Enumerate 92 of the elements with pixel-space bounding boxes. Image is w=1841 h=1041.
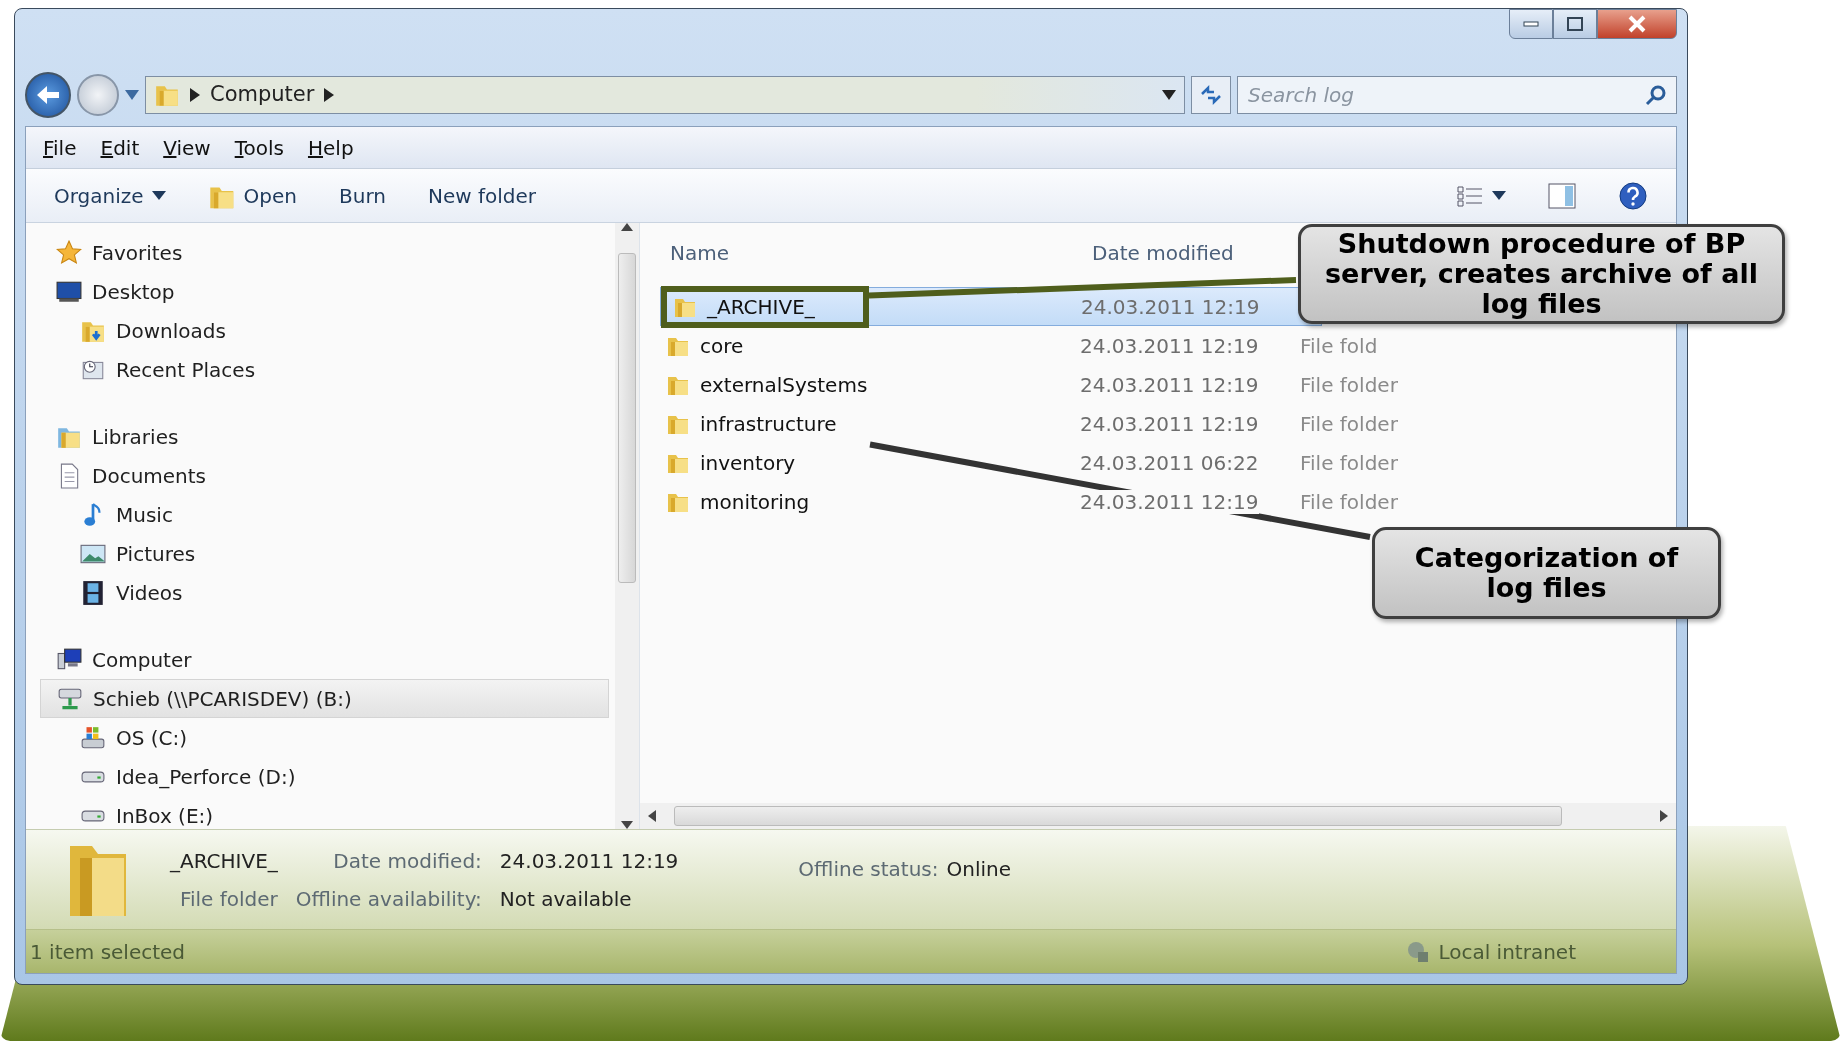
caret-icon xyxy=(125,90,139,100)
status-text: 1 item selected xyxy=(30,938,186,966)
field-label: Offline status: xyxy=(798,856,939,883)
back-button[interactable] xyxy=(25,72,71,118)
nav-item[interactable]: Pictures xyxy=(40,534,609,573)
close-button[interactable] xyxy=(1597,9,1677,39)
nav-item[interactable]: Idea_Perforce (D:) xyxy=(40,757,609,796)
menu-item[interactable]: Edit xyxy=(91,132,149,163)
nav-item[interactable]: InBox (E:) xyxy=(40,796,609,829)
callout-box: Categorization of log files xyxy=(1372,527,1721,619)
type-cell-text: File folder xyxy=(1300,449,1398,477)
dropdown-icon xyxy=(1162,90,1176,100)
drive-icon xyxy=(81,809,105,822)
type-cell-text: File folder xyxy=(1300,371,1398,399)
nav-item[interactable]: Downloads xyxy=(40,311,609,350)
right-arrow-icon xyxy=(1660,810,1668,822)
file-row[interactable]: inventory 24.03.2011 06:22 File folder xyxy=(660,443,1398,482)
file-name: core xyxy=(700,332,744,360)
forward-button[interactable] xyxy=(77,74,119,116)
breadcrumb-item[interactable]: Computer xyxy=(210,79,315,111)
toolbar-button[interactable]: New folder xyxy=(414,176,551,215)
nav-item[interactable]: Favorites xyxy=(40,233,609,272)
vertical-scrollbar[interactable] xyxy=(615,223,639,829)
callout-box: Shutdown procedure of BP server, creates archive of all log files xyxy=(1298,224,1785,324)
file-name: inventory xyxy=(700,449,796,477)
maximize-icon xyxy=(1567,17,1583,31)
maximize-button[interactable] xyxy=(1553,9,1597,39)
field-value: Online xyxy=(946,856,1012,883)
file-row[interactable]: monitoring 24.03.2011 12:19 File folder xyxy=(660,482,1398,521)
nav-item[interactable]: Videos xyxy=(40,573,609,612)
left-arrow-icon xyxy=(648,810,656,822)
minimize-icon xyxy=(1523,21,1539,27)
address-bar[interactable]: Computer xyxy=(145,76,1185,114)
file-name: monitoring xyxy=(700,488,810,516)
down-arrow-icon xyxy=(621,821,633,829)
toolbar-button[interactable]: Organize xyxy=(40,176,180,215)
nav-item[interactable]: Recent Places xyxy=(40,350,609,389)
refresh-icon xyxy=(1199,84,1223,106)
close-icon xyxy=(1628,15,1646,33)
column-header[interactable]: Date modified xyxy=(1092,238,1234,268)
horizontal-scrollbar[interactable] xyxy=(640,803,1676,829)
scroll-thumb[interactable] xyxy=(618,253,636,583)
caret-icon xyxy=(151,191,166,200)
nav-item[interactable]: Desktop xyxy=(40,272,609,311)
date-cell: 24.03.2011 12:19 xyxy=(1081,294,1260,319)
scroll-thumb[interactable] xyxy=(674,806,1562,826)
drive-icon xyxy=(81,770,105,783)
field-label: Offline availability: xyxy=(295,885,482,913)
pane-icon xyxy=(1548,182,1576,209)
chevron-icon xyxy=(190,88,200,102)
column-header[interactable]: Name xyxy=(670,238,1092,268)
type-cell-text: File folder xyxy=(1300,488,1398,516)
type-cell-text: File folder xyxy=(1300,410,1398,438)
toolbar-button[interactable]: Open xyxy=(193,176,312,215)
menu-item[interactable]: View xyxy=(154,132,220,163)
nav-item[interactable]: Music xyxy=(40,495,609,534)
search-field[interactable]: Search log xyxy=(1237,76,1677,114)
file-row[interactable]: _ARCHIVE_ 24.03.2011 12:19 xyxy=(660,287,1322,326)
field-value: 24.03.2011 12:19 xyxy=(499,847,679,875)
file-row[interactable]: externalSystems 24.03.2011 12:19 File folder xyxy=(660,365,1398,404)
toolbar-button[interactable]: Burn xyxy=(325,176,400,215)
list-view-icon xyxy=(1456,183,1484,208)
file-name: _ARCHIVE_ xyxy=(170,847,278,875)
search-icon xyxy=(1645,84,1667,106)
field-value: Not available xyxy=(499,885,633,913)
menu-item[interactable]: Help xyxy=(298,132,363,163)
menu-item[interactable]: File xyxy=(34,132,86,163)
field-label: Date modified: xyxy=(332,847,482,875)
film-icon xyxy=(80,579,106,606)
file-type: File folder xyxy=(178,885,278,913)
up-arrow-icon xyxy=(621,223,633,231)
chevron-icon xyxy=(324,88,335,102)
nav-item[interactable]: Documents xyxy=(40,456,609,495)
nav-item[interactable]: Schieb (\\PCARISDEV) (B:) xyxy=(40,679,609,718)
file-row[interactable]: core 24.03.2011 12:19 File fold xyxy=(660,326,1378,365)
file-name: externalSystems xyxy=(700,371,868,399)
file-name: _ARCHIVE_ xyxy=(707,293,815,321)
zone-text: Local intranet xyxy=(1438,938,1576,966)
left-arrow-icon xyxy=(35,83,61,107)
menu-item[interactable]: Tools xyxy=(225,132,293,163)
star-icon xyxy=(56,239,82,266)
nav-item[interactable]: Computer xyxy=(40,640,609,679)
nav-item[interactable]: OS (C:) xyxy=(40,718,609,757)
date-cell: 24.03.2011 12:19 xyxy=(1080,489,1259,514)
type-cell-text: File fold xyxy=(1300,332,1378,360)
nav-item[interactable]: Libraries xyxy=(40,417,609,456)
refresh-button[interactable] xyxy=(1191,76,1231,114)
drive-icon xyxy=(80,724,106,751)
file-name: infrastructure xyxy=(700,410,837,438)
help-icon xyxy=(1618,180,1648,211)
file-row[interactable]: infrastructure 24.03.2011 12:19 File folder xyxy=(660,404,1398,443)
caret-icon xyxy=(1492,191,1506,200)
